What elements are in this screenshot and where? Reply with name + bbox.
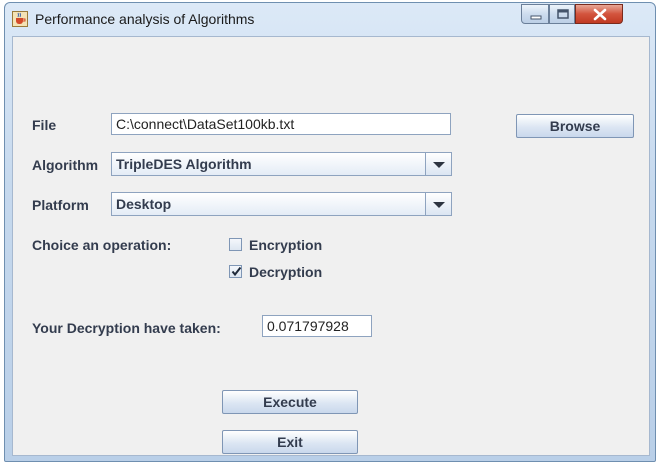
content-panel: File C:\connect\DataSet100kb.txt Browse … bbox=[12, 36, 650, 456]
chevron-down-icon bbox=[433, 202, 445, 208]
chevron-down-icon bbox=[433, 162, 445, 168]
execute-button[interactable]: Execute bbox=[222, 390, 358, 414]
decryption-checkbox[interactable] bbox=[229, 265, 242, 278]
browse-button[interactable]: Browse bbox=[516, 114, 634, 138]
exit-button[interactable]: Exit bbox=[222, 430, 358, 454]
decryption-label[interactable]: Decryption bbox=[249, 264, 322, 280]
algorithm-dropdown-button[interactable] bbox=[425, 153, 451, 175]
file-label: File bbox=[32, 117, 57, 133]
algorithm-label: Algorithm bbox=[32, 157, 99, 173]
check-icon bbox=[231, 266, 242, 277]
minimize-button[interactable] bbox=[521, 4, 549, 24]
encryption-label[interactable]: Encryption bbox=[249, 237, 322, 253]
file-path-field[interactable]: C:\connect\DataSet100kb.txt bbox=[111, 113, 451, 135]
result-label: Your Decryption have taken: bbox=[32, 320, 221, 336]
platform-dropdown-button[interactable] bbox=[425, 193, 451, 215]
java-cup-icon bbox=[12, 11, 28, 27]
maximize-icon bbox=[557, 9, 569, 19]
close-icon bbox=[593, 8, 607, 21]
window-title: Performance analysis of Algorithms bbox=[35, 11, 255, 27]
title-bar[interactable]: Performance analysis of Algorithms bbox=[5, 3, 655, 35]
close-button[interactable] bbox=[575, 4, 623, 24]
result-time-field[interactable]: 0.071797928 bbox=[262, 315, 372, 337]
platform-label: Platform bbox=[32, 197, 89, 213]
maximize-button[interactable] bbox=[549, 4, 575, 24]
encryption-checkbox[interactable] bbox=[229, 238, 242, 251]
app-window: Performance analysis of Algorithms File … bbox=[4, 2, 656, 462]
platform-select[interactable]: Desktop bbox=[111, 192, 452, 216]
algorithm-select[interactable]: TripleDES Algorithm bbox=[111, 152, 452, 176]
minimize-icon bbox=[530, 15, 542, 20]
algorithm-selected-value: TripleDES Algorithm bbox=[116, 156, 252, 172]
platform-selected-value: Desktop bbox=[116, 196, 172, 212]
operation-label: Choice an operation: bbox=[32, 237, 172, 253]
